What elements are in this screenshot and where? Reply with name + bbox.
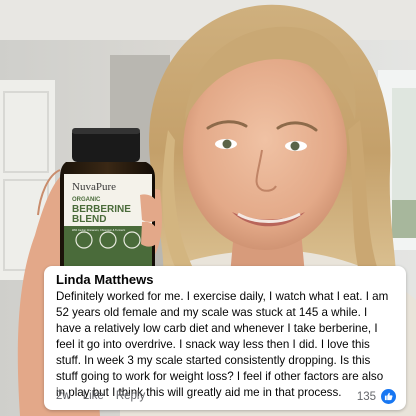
comment-author[interactable]: Linda Matthews: [56, 272, 394, 288]
bottle-subtitle: With Ceylon Cinnamon, Chromium & Turmeri…: [72, 228, 126, 232]
reaction-count: 135: [356, 390, 376, 403]
like-button[interactable]: Like: [83, 390, 104, 402]
reaction-summary[interactable]: 135: [357, 389, 396, 404]
bottle-name-2: BLEND: [72, 214, 106, 225]
comment-actions: 2w Like Reply: [56, 390, 145, 402]
comment-text: Definitely worked for me. I exercise dai…: [56, 290, 389, 399]
comment-card: Linda Matthews Definitely worked for me.…: [44, 266, 406, 410]
bottle-brand: NuvaPure: [72, 181, 116, 193]
thumbs-up-icon: [381, 389, 396, 404]
bottle-organic: ORGANIC: [72, 197, 101, 203]
reply-button[interactable]: Reply: [116, 390, 145, 402]
comment-timestamp[interactable]: 2w: [56, 390, 71, 402]
